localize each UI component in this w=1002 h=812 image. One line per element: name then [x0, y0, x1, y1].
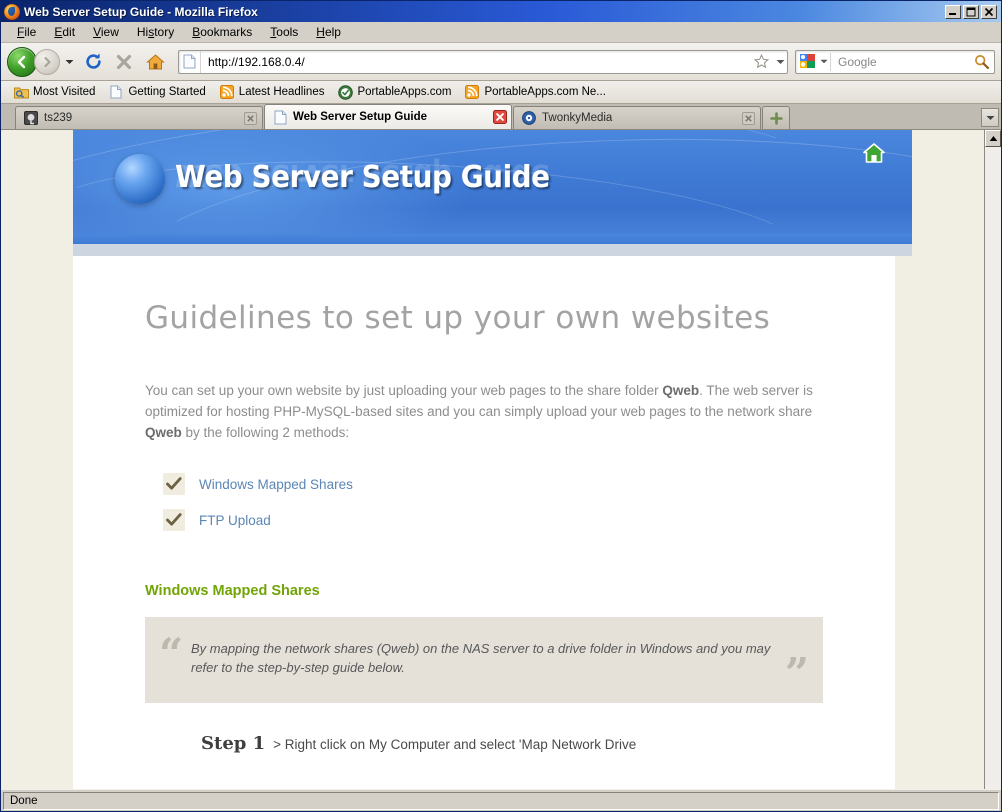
menu-tools[interactable]: Tools	[262, 23, 306, 41]
menu-file[interactable]: FFileile	[9, 23, 44, 41]
tab-label: ts239	[44, 112, 73, 124]
tab-twonkymedia[interactable]: TwonkyMedia	[513, 106, 761, 129]
google-icon	[799, 53, 818, 70]
chevron-down-icon[interactable]	[63, 59, 76, 65]
web-page: Web Server Setup Guide Web Server Setup …	[1, 130, 984, 789]
site-icon	[23, 110, 39, 126]
quote-text: By mapping the network shares (Qweb) on …	[191, 641, 771, 675]
window-title: Web Server Setup Guide - Mozilla Firefox	[24, 4, 258, 19]
banner-title-reflection: Web Server Setup Guide	[175, 157, 550, 192]
bookmarks-toolbar: Most Visited Getting Started Latest Head…	[1, 81, 1001, 104]
url-bar[interactable]: http://192.168.0.4/	[178, 49, 788, 74]
tab-close-button[interactable]	[741, 111, 756, 126]
firefox-window: Web Server Setup Guide - Mozilla Firefox…	[0, 0, 1002, 812]
list-item[interactable]: FTP Upload	[147, 509, 823, 531]
menu-help[interactable]: Help	[308, 23, 349, 41]
close-button[interactable]	[981, 4, 997, 19]
page-content: Guidelines to set up your own websites Y…	[73, 256, 895, 789]
home-icon[interactable]	[862, 142, 886, 164]
method-link-ftp-upload[interactable]: FTP Upload	[199, 513, 271, 528]
quote-close-mark: ”	[784, 649, 809, 698]
search-icon[interactable]	[970, 54, 994, 70]
status-bar: Done	[1, 789, 1001, 811]
rss-icon	[219, 84, 235, 100]
bookmark-getting-started[interactable]: Getting Started	[102, 83, 211, 101]
reload-button[interactable]	[79, 48, 107, 76]
banner-footer-strip	[73, 234, 912, 244]
bookmark-label: Getting Started	[128, 86, 206, 98]
url-dropdown-icon[interactable]	[773, 59, 787, 65]
twonky-icon	[521, 110, 537, 126]
page-icon	[108, 84, 124, 100]
site-banner: Web Server Setup Guide Web Server Setup …	[73, 130, 912, 234]
page-icon	[179, 50, 201, 73]
status-text: Done	[3, 791, 999, 810]
page-title: Guidelines to set up your own websites	[145, 300, 771, 336]
search-input[interactable]: Google	[831, 55, 970, 69]
menu-bar: FFileile Edit View History Bookmarks Too…	[1, 22, 1001, 43]
url-input[interactable]: http://192.168.0.4/	[201, 55, 749, 69]
intro-bold-1: Qweb	[662, 383, 700, 398]
banner-sphere-icon	[115, 154, 165, 204]
intro-bold-2: Qweb	[145, 425, 182, 440]
tab-label: Web Server Setup Guide	[293, 111, 427, 123]
step-row: Step 1 > Right click on My Computer and …	[145, 733, 823, 754]
quote-box: “ By mapping the network shares (Qweb) o…	[145, 617, 823, 703]
search-engine-dropdown-icon[interactable]	[818, 59, 830, 64]
content-viewport: Web Server Setup Guide Web Server Setup …	[1, 129, 1001, 789]
step-text: > Right click on My Computer and select …	[273, 737, 637, 752]
rss-icon	[464, 84, 480, 100]
forward-button[interactable]	[34, 48, 60, 75]
methods-list: Windows Mapped Shares FTP Upload	[145, 473, 823, 531]
intro-text-3: by the following 2 methods:	[181, 425, 350, 440]
intro-paragraph: You can set up your own website by just …	[145, 380, 823, 443]
method-link-windows-mapped-shares[interactable]: Windows Mapped Shares	[199, 477, 353, 492]
folder-star-icon	[13, 84, 29, 100]
scrollbar-track[interactable]	[985, 147, 1001, 789]
tab-label: TwonkyMedia	[542, 112, 613, 124]
bookmark-portableapps[interactable]: PortableApps.com	[331, 83, 457, 101]
bookmark-star-icon[interactable]	[749, 54, 773, 69]
scroll-up-button[interactable]	[985, 130, 1001, 147]
menu-view[interactable]: View	[85, 23, 127, 41]
tab-close-button[interactable]	[243, 111, 258, 126]
firefox-icon	[4, 3, 20, 20]
maximize-button[interactable]	[963, 4, 979, 19]
bookmark-label: Latest Headlines	[238, 86, 325, 98]
section-heading: Windows Mapped Shares	[145, 583, 320, 599]
minimize-button[interactable]	[945, 4, 961, 19]
back-button[interactable]	[7, 46, 37, 77]
bookmark-most-visited[interactable]: Most Visited	[7, 83, 101, 101]
intro-text-1: You can set up your own website by just …	[145, 383, 663, 398]
bookmark-label: PortableApps.com Ne...	[484, 86, 606, 98]
tab-ts239[interactable]: ts239	[15, 106, 263, 129]
quote-open-mark: “	[159, 629, 184, 678]
list-item[interactable]: Windows Mapped Shares	[147, 473, 823, 495]
bookmark-portableapps-news[interactable]: PortableApps.com Ne...	[458, 83, 611, 101]
home-button[interactable]	[141, 48, 169, 76]
window-controls	[945, 4, 999, 19]
portableapps-icon	[337, 84, 353, 100]
check-icon	[163, 509, 185, 531]
step-number: Step 1	[201, 733, 266, 754]
bookmark-latest-headlines[interactable]: Latest Headlines	[213, 83, 331, 101]
bookmark-label: PortableApps.com	[357, 86, 452, 98]
banner-bottom-border	[73, 244, 912, 256]
page-icon	[272, 109, 288, 125]
title-bar: Web Server Setup Guide - Mozilla Firefox	[1, 1, 1001, 22]
menu-edit[interactable]: Edit	[46, 23, 83, 41]
check-icon	[163, 473, 185, 495]
menu-history[interactable]: History	[129, 23, 182, 41]
bookmark-label: Most Visited	[33, 86, 96, 98]
menu-bookmarks[interactable]: Bookmarks	[184, 23, 260, 41]
navigation-toolbar: http://192.168.0.4/ Google	[1, 43, 1001, 81]
vertical-scrollbar[interactable]	[984, 130, 1001, 789]
list-all-tabs-button[interactable]	[981, 108, 999, 127]
new-tab-button[interactable]	[762, 106, 790, 129]
tab-bar: ts239 Web Server Setup Guide TwonkyMedia	[1, 104, 1001, 129]
tab-web-server-setup-guide[interactable]: Web Server Setup Guide	[264, 104, 512, 129]
search-bar[interactable]: Google	[795, 49, 995, 74]
stop-button[interactable]	[110, 48, 138, 76]
tab-close-button[interactable]	[492, 110, 507, 125]
